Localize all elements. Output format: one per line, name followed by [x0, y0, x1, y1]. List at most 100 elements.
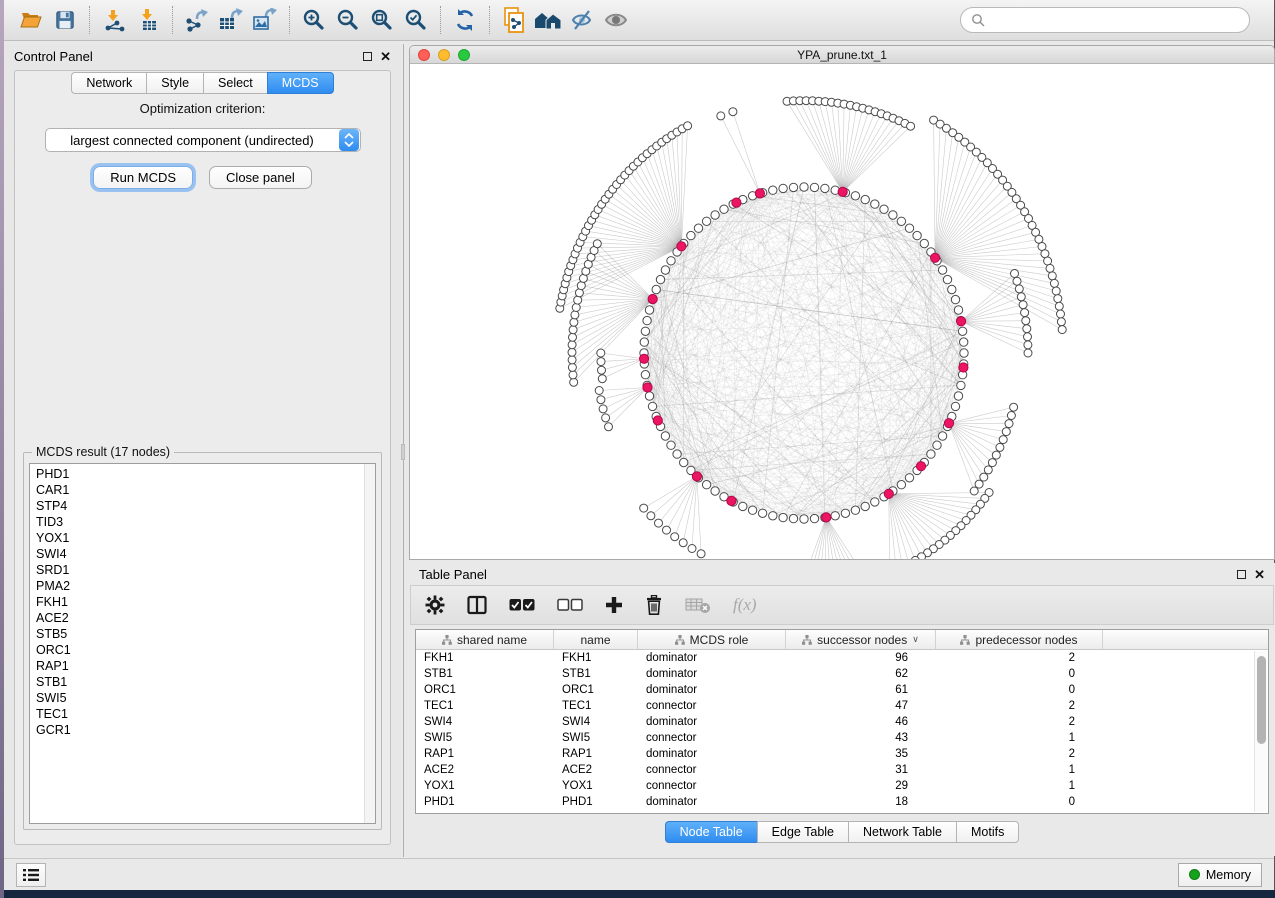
- network-node[interactable]: [1050, 279, 1058, 287]
- mcds-result-scrollbar[interactable]: [364, 464, 375, 823]
- network-node[interactable]: [769, 186, 777, 194]
- close-panel-icon[interactable]: ✕: [1254, 568, 1265, 581]
- network-node[interactable]: [907, 122, 915, 130]
- network-node[interactable]: [984, 466, 992, 474]
- network-node[interactable]: [951, 295, 959, 303]
- close-panel-icon[interactable]: ✕: [380, 50, 391, 63]
- close-panel-button[interactable]: Close panel: [209, 166, 312, 189]
- network-node[interactable]: [992, 451, 1000, 459]
- network-node[interactable]: [641, 327, 649, 335]
- network-node[interactable]: [663, 526, 671, 534]
- table-row[interactable]: YOX1YOX1connector291: [416, 778, 1268, 794]
- network-node[interactable]: [645, 392, 653, 400]
- network-node[interactable]: [599, 405, 607, 413]
- network-node[interactable]: [1055, 302, 1063, 310]
- network-node[interactable]: [1021, 309, 1029, 317]
- network-node[interactable]: [597, 349, 605, 357]
- network-node[interactable]: [1005, 420, 1013, 428]
- network-node[interactable]: [739, 502, 747, 510]
- column-header-predecessor-nodes[interactable]: predecessor nodes: [936, 630, 1103, 649]
- list-item[interactable]: SWI5: [30, 690, 364, 706]
- delete-column-icon[interactable]: [645, 595, 663, 615]
- home-icon[interactable]: [531, 5, 565, 35]
- network-node[interactable]: [1017, 293, 1025, 301]
- network-node[interactable]: [1046, 264, 1054, 272]
- tab-motifs[interactable]: Motifs: [956, 821, 1019, 843]
- network-node[interactable]: [643, 316, 651, 324]
- network-node[interactable]: [800, 515, 808, 523]
- zoom-fit-icon[interactable]: [365, 5, 399, 35]
- network-node[interactable]: [958, 327, 966, 335]
- network-node[interactable]: [570, 378, 578, 386]
- network-node[interactable]: [954, 392, 962, 400]
- list-item[interactable]: PHD1: [30, 466, 364, 482]
- network-node[interactable]: [1022, 317, 1030, 325]
- network-node[interactable]: [954, 306, 962, 314]
- list-item[interactable]: RAP1: [30, 658, 364, 674]
- network-node[interactable]: [748, 506, 756, 514]
- scrollbar-thumb[interactable]: [1257, 656, 1266, 744]
- mcds-hub-node[interactable]: [677, 242, 686, 251]
- mcds-hub-node[interactable]: [838, 187, 847, 196]
- hide-glasses-icon[interactable]: [565, 5, 599, 35]
- network-node[interactable]: [960, 349, 968, 357]
- column-header-successor-nodes[interactable]: successor nodes∨: [786, 630, 936, 649]
- network-node[interactable]: [1007, 412, 1015, 420]
- list-item[interactable]: CAR1: [30, 482, 364, 498]
- create-column-icon[interactable]: [605, 596, 623, 614]
- mcds-hub-node[interactable]: [944, 419, 953, 428]
- network-node[interactable]: [1057, 318, 1065, 326]
- network-node[interactable]: [648, 402, 656, 410]
- network-node[interactable]: [702, 217, 710, 225]
- network-node[interactable]: [711, 487, 719, 495]
- mcds-hub-node[interactable]: [755, 189, 764, 198]
- network-node[interactable]: [671, 533, 679, 541]
- network-node[interactable]: [647, 512, 655, 520]
- network-node[interactable]: [920, 239, 928, 247]
- network-node[interactable]: [960, 338, 968, 346]
- mcds-hub-node[interactable]: [692, 472, 701, 481]
- list-item[interactable]: YOX1: [30, 530, 364, 546]
- list-item[interactable]: STP4: [30, 498, 364, 514]
- network-node[interactable]: [605, 423, 613, 431]
- zoom-out-icon[interactable]: [331, 5, 365, 35]
- show-eye-icon[interactable]: [599, 5, 633, 35]
- mcds-hub-node[interactable]: [653, 416, 662, 425]
- network-node[interactable]: [851, 192, 859, 200]
- network-node[interactable]: [938, 432, 946, 440]
- network-node[interactable]: [880, 205, 888, 213]
- network-node[interactable]: [667, 257, 675, 265]
- zoom-in-icon[interactable]: [297, 5, 331, 35]
- network-node[interactable]: [800, 183, 808, 191]
- import-network-icon[interactable]: [97, 5, 131, 35]
- mcds-hub-node[interactable]: [931, 253, 940, 262]
- column-settings-icon[interactable]: [425, 595, 445, 615]
- network-node[interactable]: [694, 224, 702, 232]
- network-node[interactable]: [948, 285, 956, 293]
- export-network-icon[interactable]: [180, 5, 214, 35]
- network-node[interactable]: [970, 487, 978, 495]
- search-field[interactable]: [960, 7, 1250, 33]
- deselect-all-icon[interactable]: [557, 598, 583, 612]
- network-node[interactable]: [938, 266, 946, 274]
- mcds-hub-node[interactable]: [959, 363, 968, 372]
- network-node[interactable]: [933, 441, 941, 449]
- tab-node-table[interactable]: Node Table: [665, 821, 757, 843]
- table-row[interactable]: TEC1TEC1connector472: [416, 698, 1268, 714]
- mcds-hub-node[interactable]: [916, 462, 925, 471]
- network-node[interactable]: [905, 224, 913, 232]
- column-header-MCDS-role[interactable]: MCDS role: [638, 630, 786, 649]
- network-node[interactable]: [597, 396, 605, 404]
- network-node[interactable]: [769, 512, 777, 520]
- network-node[interactable]: [574, 296, 582, 304]
- mcds-hub-node[interactable]: [884, 489, 893, 498]
- network-node[interactable]: [810, 183, 818, 191]
- table-row[interactable]: RAP1RAP1dominator352: [416, 746, 1268, 762]
- tab-style[interactable]: Style: [146, 72, 203, 94]
- network-node[interactable]: [1011, 270, 1019, 278]
- network-node[interactable]: [1024, 341, 1032, 349]
- network-node[interactable]: [711, 211, 719, 219]
- network-node[interactable]: [1054, 295, 1062, 303]
- tab-select[interactable]: Select: [203, 72, 267, 94]
- tab-network-table[interactable]: Network Table: [848, 821, 956, 843]
